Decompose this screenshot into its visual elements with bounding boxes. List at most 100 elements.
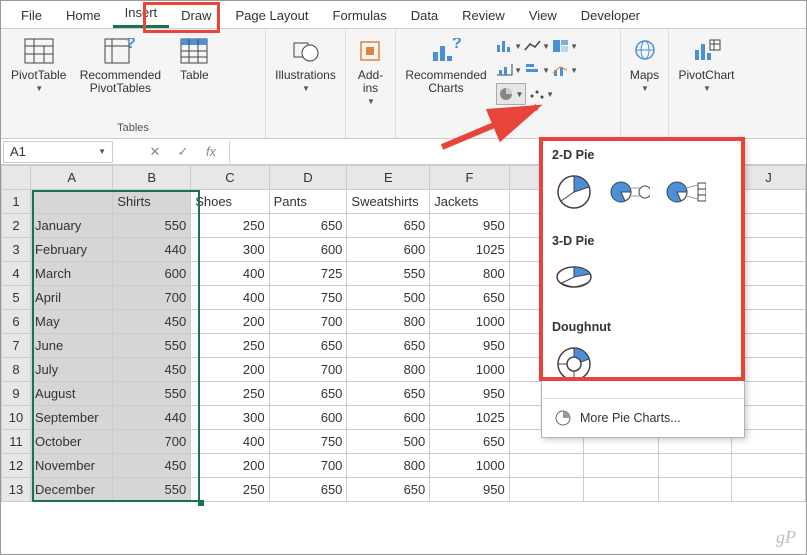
cell[interactable]: 250 (191, 334, 269, 358)
cell[interactable]: 1000 (430, 358, 509, 382)
cell[interactable] (732, 478, 806, 502)
cell[interactable]: 700 (269, 310, 347, 334)
pie-3d-option[interactable] (554, 258, 594, 298)
row-header-13[interactable]: 13 (2, 478, 31, 502)
cell[interactable]: 700 (269, 454, 347, 478)
cell[interactable]: September (31, 406, 113, 430)
doughnut-option[interactable] (554, 344, 594, 384)
tab-page-layout[interactable]: Page Layout (224, 4, 321, 28)
tab-file[interactable]: File (9, 4, 54, 28)
cell[interactable]: 400 (191, 286, 269, 310)
cell[interactable]: 1025 (430, 406, 509, 430)
row-header-7[interactable]: 7 (2, 334, 31, 358)
cell[interactable]: 600 (113, 262, 191, 286)
col-header-F[interactable]: F (430, 166, 509, 190)
row-header-4[interactable]: 4 (2, 262, 31, 286)
cell[interactable] (584, 454, 658, 478)
cell[interactable]: 650 (269, 334, 347, 358)
row-header-2[interactable]: 2 (2, 214, 31, 238)
cell[interactable]: Sweatshirts (347, 190, 430, 214)
tab-formulas[interactable]: Formulas (321, 4, 399, 28)
pie-2d-option[interactable] (554, 172, 594, 212)
cell[interactable] (509, 454, 583, 478)
cell[interactable]: 400 (191, 430, 269, 454)
cell[interactable]: Jackets (430, 190, 509, 214)
cell[interactable]: 450 (113, 358, 191, 382)
pie-of-pie-option[interactable] (610, 172, 650, 212)
cell[interactable]: 450 (113, 310, 191, 334)
cell[interactable]: 650 (269, 214, 347, 238)
cell[interactable]: April (31, 286, 113, 310)
cell[interactable]: 600 (347, 406, 430, 430)
cell[interactable]: January (31, 214, 113, 238)
cell[interactable]: 800 (347, 310, 430, 334)
tab-home[interactable]: Home (54, 4, 113, 28)
row-header-12[interactable]: 12 (2, 454, 31, 478)
cell[interactable]: July (31, 358, 113, 382)
col-header-A[interactable]: A (31, 166, 113, 190)
tab-data[interactable]: Data (399, 4, 450, 28)
row-header-5[interactable]: 5 (2, 286, 31, 310)
cell[interactable]: 700 (113, 430, 191, 454)
cell[interactable]: 1000 (430, 310, 509, 334)
cell[interactable]: 600 (269, 238, 347, 262)
cell[interactable]: November (31, 454, 113, 478)
cell[interactable]: August (31, 382, 113, 406)
cell[interactable]: 300 (191, 238, 269, 262)
combo-chart-button[interactable]: ▼ (552, 59, 578, 81)
cell[interactable]: June (31, 334, 113, 358)
cell[interactable]: 550 (113, 478, 191, 502)
cell[interactable]: March (31, 262, 113, 286)
tab-draw[interactable]: Draw (169, 4, 223, 28)
fx-icon[interactable]: fx (201, 144, 221, 159)
cell[interactable]: 550 (113, 334, 191, 358)
bar-of-pie-option[interactable] (666, 172, 706, 212)
cell[interactable]: 550 (347, 262, 430, 286)
cell[interactable]: 650 (430, 286, 509, 310)
cell[interactable]: Shoes (191, 190, 269, 214)
cell[interactable]: 200 (191, 454, 269, 478)
cell[interactable]: 300 (191, 406, 269, 430)
col-header-C[interactable]: C (191, 166, 269, 190)
cell[interactable]: 1025 (430, 238, 509, 262)
cell[interactable]: 200 (191, 358, 269, 382)
cell[interactable]: 440 (113, 406, 191, 430)
cell[interactable]: 700 (269, 358, 347, 382)
pie-chart-button[interactable]: ▼ (496, 83, 526, 105)
pivottable-button[interactable]: PivotTable▼ (7, 33, 70, 95)
tab-insert[interactable]: Insert (113, 1, 170, 28)
cell[interactable] (509, 478, 583, 502)
cell[interactable]: 700 (113, 286, 191, 310)
cell[interactable]: 650 (269, 382, 347, 406)
treemap-chart-button[interactable]: ▼ (552, 35, 578, 57)
pivotchart-button[interactable]: PivotChart▼ (675, 33, 738, 95)
recommended-pivottables-button[interactable]: ? Recommended PivotTables (74, 33, 166, 97)
row-header-10[interactable]: 10 (2, 406, 31, 430)
cell[interactable]: 800 (430, 262, 509, 286)
cell[interactable]: October (31, 430, 113, 454)
row-header-3[interactable]: 3 (2, 238, 31, 262)
cell[interactable]: 440 (113, 238, 191, 262)
cell[interactable]: February (31, 238, 113, 262)
cell[interactable]: 725 (269, 262, 347, 286)
cell[interactable]: 750 (269, 430, 347, 454)
col-header-B[interactable]: B (113, 166, 191, 190)
cell[interactable]: 650 (347, 334, 430, 358)
recommended-charts-button[interactable]: ? Recommended Charts (402, 33, 490, 97)
scatter-chart-button[interactable]: ▼ (528, 83, 554, 105)
tab-review[interactable]: Review (450, 4, 517, 28)
cell[interactable]: 1000 (430, 454, 509, 478)
cell[interactable]: 550 (113, 382, 191, 406)
illustrations-button[interactable]: Illustrations▼ (272, 33, 339, 95)
select-all-corner[interactable] (2, 166, 31, 190)
cell[interactable]: 950 (430, 382, 509, 406)
cell[interactable]: 500 (347, 430, 430, 454)
cell[interactable]: 250 (191, 214, 269, 238)
cell[interactable]: 800 (347, 358, 430, 382)
row-header-11[interactable]: 11 (2, 430, 31, 454)
cell[interactable]: 600 (269, 406, 347, 430)
cell[interactable]: 950 (430, 334, 509, 358)
name-box[interactable]: A1▼ (3, 141, 113, 163)
enter-icon[interactable]: ✓ (173, 144, 193, 160)
row-header-1[interactable]: 1 (2, 190, 31, 214)
